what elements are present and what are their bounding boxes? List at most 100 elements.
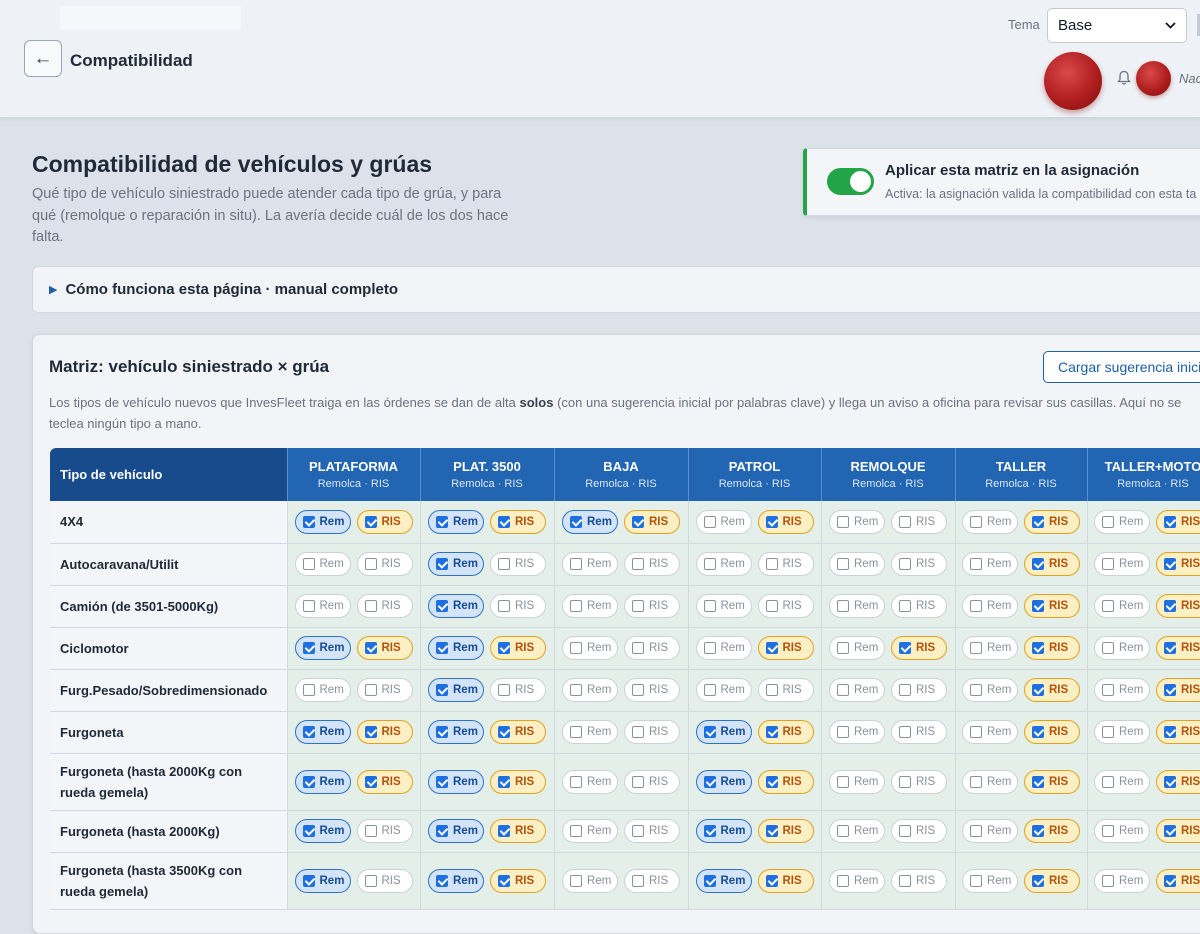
ris-checkbox[interactable]: RIS: [1156, 678, 1200, 702]
rem-checkbox[interactable]: Rem: [295, 720, 351, 744]
rem-checkbox[interactable]: Rem: [428, 720, 484, 744]
rem-checkbox[interactable]: Rem: [962, 770, 1018, 794]
ris-checkbox[interactable]: RIS: [891, 594, 947, 618]
ris-checkbox[interactable]: RIS: [624, 678, 680, 702]
back-button[interactable]: ←: [24, 40, 62, 77]
rem-checkbox[interactable]: Rem: [295, 819, 351, 843]
rem-checkbox[interactable]: Rem: [962, 819, 1018, 843]
ris-checkbox[interactable]: RIS: [758, 594, 814, 618]
ris-checkbox[interactable]: RIS: [891, 510, 947, 534]
ris-checkbox[interactable]: RIS: [758, 720, 814, 744]
rem-checkbox[interactable]: Rem: [428, 594, 484, 618]
rem-checkbox[interactable]: Rem: [562, 770, 618, 794]
rem-checkbox[interactable]: Rem: [295, 594, 351, 618]
ris-checkbox[interactable]: RIS: [891, 720, 947, 744]
ris-checkbox[interactable]: RIS: [1024, 678, 1080, 702]
load-suggestion-button[interactable]: Cargar sugerencia inicia: [1043, 351, 1200, 383]
ris-checkbox[interactable]: RIS: [490, 869, 546, 893]
rem-checkbox[interactable]: Rem: [295, 552, 351, 576]
ris-checkbox[interactable]: RIS: [624, 720, 680, 744]
ris-checkbox[interactable]: RIS: [1024, 510, 1080, 534]
rem-checkbox[interactable]: Rem: [1094, 510, 1150, 534]
ris-checkbox[interactable]: RIS: [624, 869, 680, 893]
rem-checkbox[interactable]: Rem: [962, 636, 1018, 660]
ris-checkbox[interactable]: RIS: [357, 636, 413, 660]
ris-checkbox[interactable]: RIS: [758, 678, 814, 702]
rem-checkbox[interactable]: Rem: [696, 552, 752, 576]
ris-checkbox[interactable]: RIS: [891, 678, 947, 702]
rem-checkbox[interactable]: Rem: [1094, 594, 1150, 618]
rem-checkbox[interactable]: Rem: [829, 594, 885, 618]
rem-checkbox[interactable]: Rem: [829, 819, 885, 843]
ris-checkbox[interactable]: RIS: [1024, 819, 1080, 843]
user-avatar[interactable]: [1136, 61, 1171, 96]
ris-checkbox[interactable]: RIS: [624, 552, 680, 576]
ris-checkbox[interactable]: RIS: [357, 869, 413, 893]
rem-checkbox[interactable]: Rem: [829, 770, 885, 794]
ris-checkbox[interactable]: RIS: [1156, 552, 1200, 576]
rem-checkbox[interactable]: Rem: [295, 678, 351, 702]
rem-checkbox[interactable]: Rem: [428, 510, 484, 534]
rem-checkbox[interactable]: Rem: [562, 552, 618, 576]
rem-checkbox[interactable]: Rem: [829, 636, 885, 660]
ris-checkbox[interactable]: RIS: [891, 636, 947, 660]
ris-checkbox[interactable]: RIS: [490, 770, 546, 794]
rem-checkbox[interactable]: Rem: [696, 720, 752, 744]
rem-checkbox[interactable]: Rem: [562, 869, 618, 893]
rem-checkbox[interactable]: Rem: [428, 552, 484, 576]
rem-checkbox[interactable]: Rem: [428, 819, 484, 843]
rem-checkbox[interactable]: Rem: [562, 510, 618, 534]
rem-checkbox[interactable]: Rem: [562, 819, 618, 843]
rem-checkbox[interactable]: Rem: [829, 869, 885, 893]
rem-checkbox[interactable]: Rem: [1094, 552, 1150, 576]
rem-checkbox[interactable]: Rem: [428, 869, 484, 893]
ris-checkbox[interactable]: RIS: [1156, 510, 1200, 534]
ris-checkbox[interactable]: RIS: [758, 819, 814, 843]
rem-checkbox[interactable]: Rem: [962, 720, 1018, 744]
ris-checkbox[interactable]: RIS: [624, 510, 680, 534]
manual-expander[interactable]: ▶ Cómo funciona esta página · manual com…: [32, 266, 1200, 313]
ris-checkbox[interactable]: RIS: [490, 819, 546, 843]
ris-checkbox[interactable]: RIS: [891, 770, 947, 794]
rem-checkbox[interactable]: Rem: [962, 552, 1018, 576]
ris-checkbox[interactable]: RIS: [1156, 636, 1200, 660]
rem-checkbox[interactable]: Rem: [428, 636, 484, 660]
rem-checkbox[interactable]: Rem: [295, 510, 351, 534]
rem-checkbox[interactable]: Rem: [696, 678, 752, 702]
ris-checkbox[interactable]: RIS: [490, 594, 546, 618]
rem-checkbox[interactable]: Rem: [829, 720, 885, 744]
ris-checkbox[interactable]: RIS: [1156, 869, 1200, 893]
ris-checkbox[interactable]: RIS: [1024, 869, 1080, 893]
ris-checkbox[interactable]: RIS: [1156, 594, 1200, 618]
rem-checkbox[interactable]: Rem: [428, 678, 484, 702]
ris-checkbox[interactable]: RIS: [624, 636, 680, 660]
ris-checkbox[interactable]: RIS: [1024, 594, 1080, 618]
ris-checkbox[interactable]: RIS: [624, 770, 680, 794]
rem-checkbox[interactable]: Rem: [295, 636, 351, 660]
ris-checkbox[interactable]: RIS: [758, 636, 814, 660]
rem-checkbox[interactable]: Rem: [562, 720, 618, 744]
rem-checkbox[interactable]: Rem: [962, 678, 1018, 702]
ris-checkbox[interactable]: RIS: [357, 552, 413, 576]
ris-checkbox[interactable]: RIS: [624, 594, 680, 618]
ris-checkbox[interactable]: RIS: [624, 819, 680, 843]
rem-checkbox[interactable]: Rem: [829, 678, 885, 702]
rem-checkbox[interactable]: Rem: [295, 770, 351, 794]
ris-checkbox[interactable]: RIS: [891, 552, 947, 576]
ris-checkbox[interactable]: RIS: [758, 869, 814, 893]
ris-checkbox[interactable]: RIS: [490, 720, 546, 744]
rem-checkbox[interactable]: Rem: [428, 770, 484, 794]
ris-checkbox[interactable]: RIS: [1024, 770, 1080, 794]
rem-checkbox[interactable]: Rem: [962, 510, 1018, 534]
ris-checkbox[interactable]: RIS: [1156, 770, 1200, 794]
ris-checkbox[interactable]: RIS: [490, 636, 546, 660]
company-avatar[interactable]: [1044, 52, 1102, 110]
ris-checkbox[interactable]: RIS: [1024, 636, 1080, 660]
ris-checkbox[interactable]: RIS: [758, 770, 814, 794]
rem-checkbox[interactable]: Rem: [1094, 869, 1150, 893]
rem-checkbox[interactable]: Rem: [696, 510, 752, 534]
ris-checkbox[interactable]: RIS: [758, 552, 814, 576]
rem-checkbox[interactable]: Rem: [562, 594, 618, 618]
ris-checkbox[interactable]: RIS: [891, 819, 947, 843]
rem-checkbox[interactable]: Rem: [696, 594, 752, 618]
